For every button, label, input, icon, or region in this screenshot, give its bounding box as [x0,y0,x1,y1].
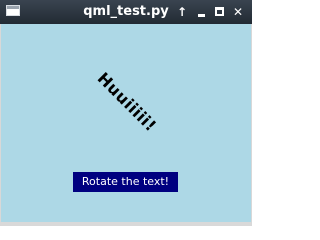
minimize-bar [198,14,205,17]
maximize-icon[interactable] [212,3,228,21]
qml-scene [1,24,251,222]
window-bottom-border [0,222,252,226]
title-bar[interactable]: qml_test.py ↑ ✕ [0,0,252,24]
close-icon[interactable]: ✕ [230,3,246,21]
rotate-text-button[interactable]: Rotate the text! [73,172,178,192]
minimize-icon[interactable] [194,3,210,21]
app-window: qml_test.py ↑ ✕ Huuiiiii! Rotate the tex… [0,0,252,226]
keep-above-icon[interactable]: ↑ [174,3,190,21]
maximize-box [215,7,224,16]
